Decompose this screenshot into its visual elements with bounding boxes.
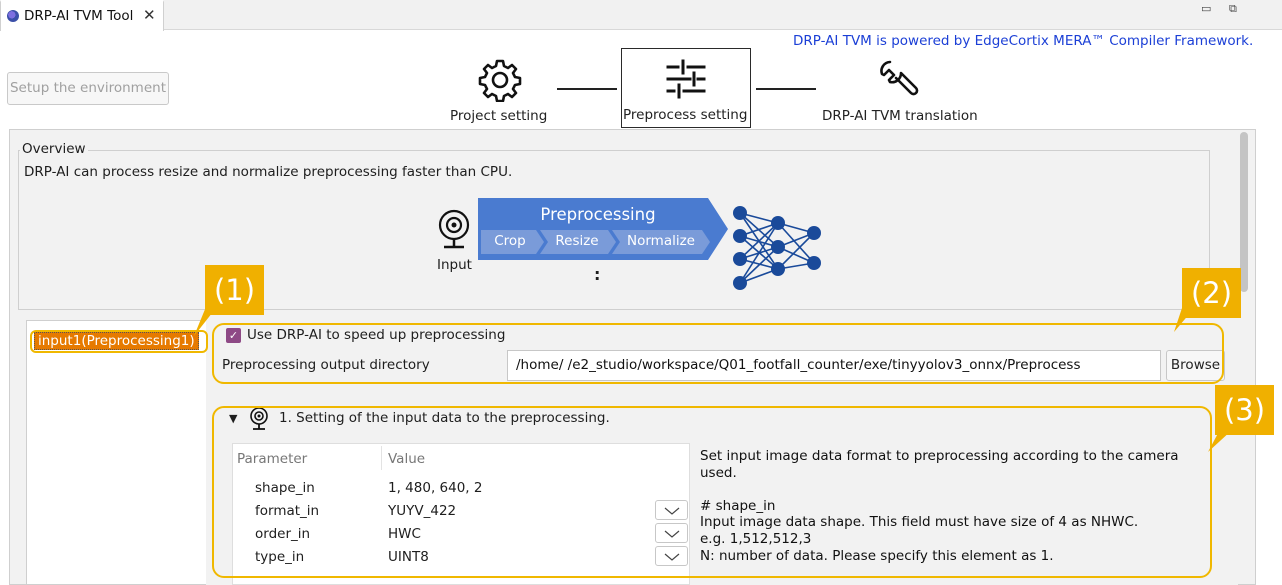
minimize-icon[interactable]: ▭ [1201,2,1211,15]
callout-outline-3 [212,406,1212,578]
ellipsis-mark: : [594,265,601,284]
powered-by-link[interactable]: DRP-AI TVM is powered by EdgeCortix MERA… [793,33,1253,49]
callout-label-2: (2) [1182,268,1241,318]
close-icon[interactable]: ✕ [143,6,156,24]
vertical-scrollbar[interactable] [1240,132,1248,292]
editor-tab-strip [0,0,1282,30]
step-connector [756,88,816,90]
step-label: DRP-AI TVM translation [822,108,978,124]
input-label: Input [437,257,472,273]
camera-icon [438,209,470,249]
callout-label-1: (1) [205,265,264,315]
step-project-setting[interactable]: Project setting [446,56,554,126]
setup-environment-button[interactable]: Setup the environment [7,72,169,105]
step-label: Preprocess setting [623,107,748,123]
overview-title: Overview [20,141,88,157]
overview-text: DRP-AI can process resize and normalize … [24,164,513,180]
wrench-icon [880,60,919,96]
neural-network-icon [733,206,821,290]
input-list [26,320,211,585]
step-preprocess-setting[interactable]: Preprocess setting [621,48,751,128]
preprocessing-title: Preprocessing [540,205,656,224]
tab-drp-ai-tvm-tool[interactable]: DRP-AI TVM Tool ✕ [0,0,164,31]
stage-resize: Resize [555,233,599,249]
callout-outline-2 [212,323,1224,384]
callout-label-3: (3) [1215,385,1274,435]
eclipse-icon [7,10,19,22]
tab-title: DRP-AI TVM Tool [24,8,134,24]
step-connector [557,88,617,90]
step-label: Project setting [450,108,548,124]
sliders-icon [666,59,706,99]
callout-outline-1 [30,330,208,353]
stage-crop: Crop [494,233,526,249]
gear-icon [478,59,522,102]
stage-normalize: Normalize [627,233,695,249]
step-drp-ai-tvm-translation[interactable]: DRP-AI TVM translation [820,56,990,126]
maximize-icon[interactable]: ⧉ [1229,2,1237,16]
